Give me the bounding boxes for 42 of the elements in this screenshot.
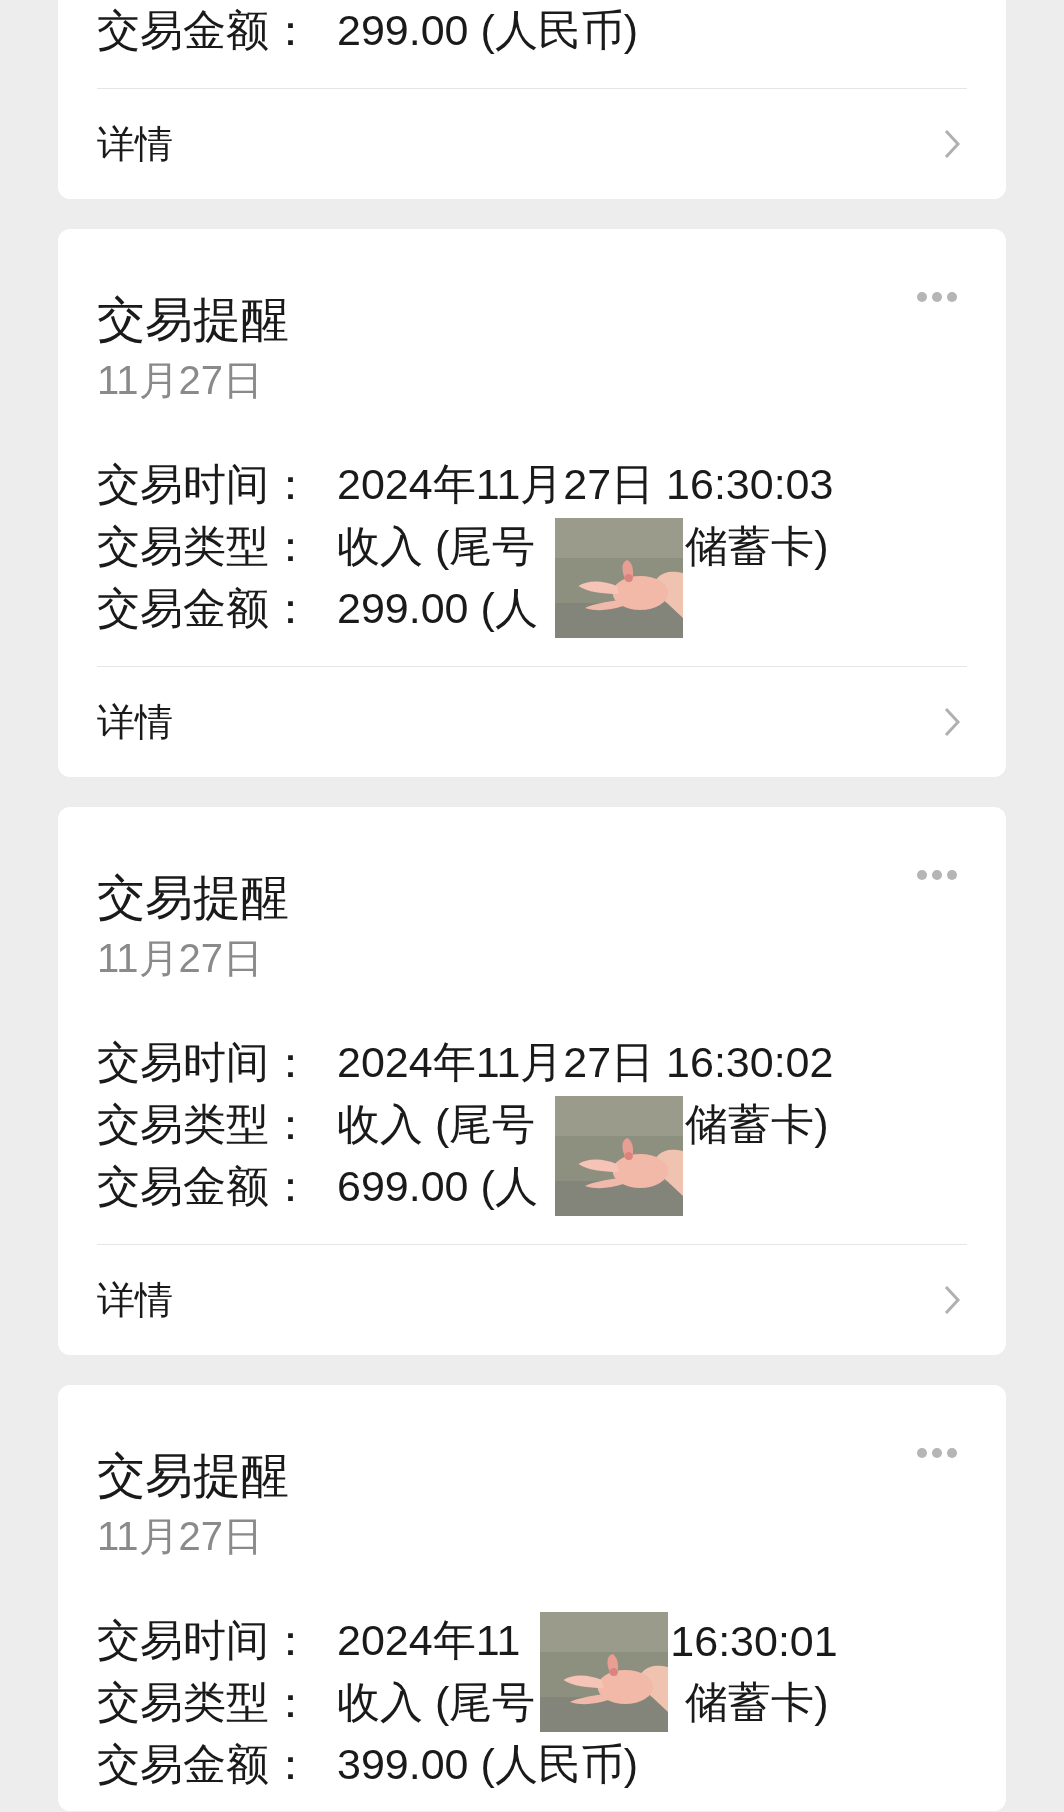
- field-label: 交易时间：: [97, 1615, 313, 1666]
- field-value: 收入 (尾号: [337, 1677, 536, 1728]
- field-value: 299.00 (人: [337, 583, 538, 634]
- details-label: 详情: [97, 699, 173, 745]
- chevron-right-icon: [943, 128, 961, 160]
- card-title: 交易提醒: [97, 870, 289, 926]
- field-value: 299.00 (人民币): [337, 5, 639, 56]
- field-label: 交易金额：: [97, 583, 313, 634]
- details-label: 详情: [97, 121, 173, 167]
- more-icon[interactable]: [916, 291, 958, 303]
- chevron-right-icon: [943, 706, 961, 738]
- field-value: 储蓄卡): [685, 521, 829, 572]
- more-icon[interactable]: [916, 869, 958, 881]
- field-label: 交易金额：: [97, 1161, 313, 1212]
- chevron-right-icon: [943, 1284, 961, 1316]
- field-value: 收入 (尾号: [337, 1099, 536, 1150]
- field-label: 交易时间：: [97, 459, 313, 510]
- field-value: 16:30:01: [670, 1616, 838, 1666]
- details-label: 详情: [97, 1277, 173, 1323]
- field-value: 收入 (尾号: [337, 521, 536, 572]
- card-title: 交易提醒: [97, 292, 289, 348]
- field-label: 交易类型：: [97, 521, 313, 572]
- more-icon[interactable]: [916, 1447, 958, 1459]
- field-value: 2024年11月27日 16:30:02: [337, 1037, 834, 1088]
- field-value: 2024年11月27日 16:30:03: [337, 459, 834, 510]
- field-label: 交易类型：: [97, 1677, 313, 1728]
- field-value: 399.00 (人民币): [337, 1739, 639, 1790]
- field-label: 交易金额：: [97, 1739, 313, 1790]
- field-value: 2024年11: [337, 1615, 521, 1666]
- field-value: 699.00 (人: [337, 1161, 538, 1212]
- card-date: 11月27日: [97, 357, 264, 403]
- card-date: 11月27日: [97, 1513, 264, 1559]
- field-value: 储蓄卡): [685, 1677, 829, 1728]
- field-label: 交易金额：: [97, 5, 313, 56]
- details-link[interactable]: 详情: [97, 666, 967, 777]
- card-title: 交易提醒: [97, 1448, 289, 1504]
- details-link[interactable]: 详情: [97, 88, 967, 199]
- field-label: 交易时间：: [97, 1037, 313, 1088]
- details-link[interactable]: 详情: [97, 1244, 967, 1355]
- field-value: 储蓄卡): [685, 1099, 829, 1150]
- field-label: 交易类型：: [97, 1099, 313, 1150]
- card-date: 11月27日: [97, 935, 264, 981]
